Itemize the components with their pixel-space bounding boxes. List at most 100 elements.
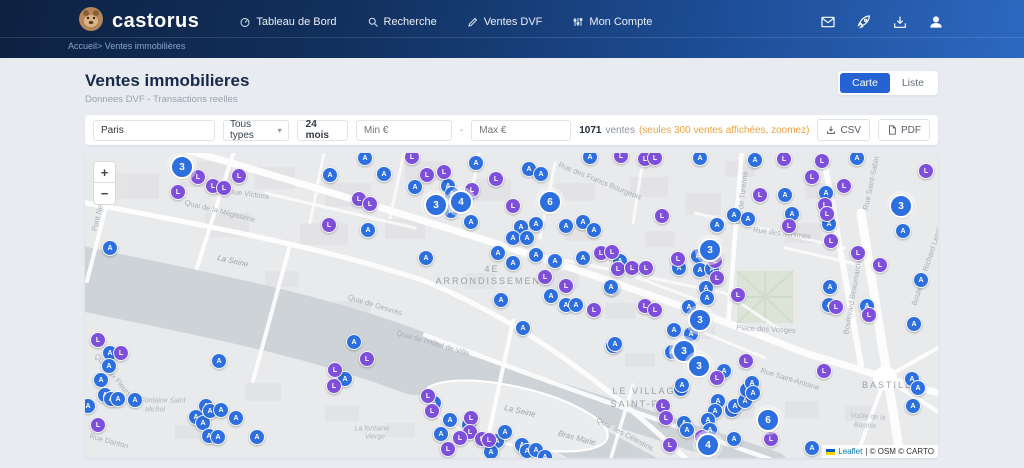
- map-marker-apartment[interactable]: A: [442, 412, 458, 428]
- map-marker-apartment[interactable]: A: [493, 292, 509, 308]
- map-marker-apartment[interactable]: A: [895, 223, 911, 239]
- map-marker-house[interactable]: L: [828, 299, 844, 315]
- csv-button[interactable]: CSV: [817, 119, 870, 141]
- map-marker-apartment[interactable]: A: [127, 392, 143, 408]
- map-marker-apartment[interactable]: A: [418, 250, 434, 266]
- liste-view-button[interactable]: Liste: [889, 73, 936, 93]
- map-marker-house[interactable]: L: [419, 167, 435, 183]
- map-marker-house[interactable]: L: [90, 417, 106, 433]
- map-marker-house[interactable]: L: [420, 388, 436, 404]
- map-marker-house[interactable]: L: [216, 180, 232, 196]
- map-marker-house[interactable]: L: [804, 169, 820, 185]
- carte-view-button[interactable]: Carte: [840, 73, 890, 93]
- map-marker-apartment[interactable]: A: [407, 179, 423, 195]
- user-icon[interactable]: [928, 14, 944, 30]
- map-marker-apartment[interactable]: A: [910, 380, 926, 396]
- type-select[interactable]: Tous types ▾: [223, 119, 289, 141]
- map-marker-house[interactable]: L: [654, 208, 670, 224]
- map-marker-apartment[interactable]: A: [558, 218, 574, 234]
- map-marker-house[interactable]: L: [738, 353, 754, 369]
- map-marker-house[interactable]: L: [604, 244, 620, 260]
- nav-tableau-de-bord[interactable]: Tableau de Bord: [239, 16, 337, 28]
- map-marker-apartment[interactable]: A: [528, 247, 544, 263]
- map-marker-apartment[interactable]: A: [905, 398, 921, 414]
- map-marker-apartment[interactable]: A: [726, 431, 742, 447]
- map-marker-apartment[interactable]: A: [575, 250, 591, 266]
- map-marker-apartment[interactable]: A: [360, 222, 376, 238]
- map-cluster-marker[interactable]: 4: [696, 433, 720, 457]
- map-cluster-marker[interactable]: 3: [424, 193, 448, 217]
- map-marker-house[interactable]: L: [730, 287, 746, 303]
- map-cluster-marker[interactable]: 3: [688, 308, 712, 332]
- map-marker-apartment[interactable]: A: [528, 216, 544, 232]
- map-marker-house[interactable]: L: [586, 302, 602, 318]
- period-button[interactable]: 24 mois: [296, 119, 348, 141]
- map-marker-house[interactable]: L: [823, 233, 839, 249]
- zoom-out-button[interactable]: −: [94, 183, 115, 204]
- map-marker-apartment[interactable]: A: [249, 429, 265, 445]
- map-marker-house[interactable]: L: [321, 217, 337, 233]
- map-marker-house[interactable]: L: [488, 171, 504, 187]
- nav-ventes-dvf[interactable]: Ventes DVF: [467, 16, 542, 28]
- map-marker-apartment[interactable]: A: [468, 155, 484, 171]
- map-marker-apartment[interactable]: A: [110, 391, 126, 407]
- map-marker-apartment[interactable]: A: [568, 297, 584, 313]
- pdf-button[interactable]: PDF: [878, 119, 930, 141]
- map-marker-apartment[interactable]: A: [543, 288, 559, 304]
- map-marker-house[interactable]: L: [872, 257, 888, 273]
- map-marker-house[interactable]: L: [326, 378, 342, 394]
- map-marker-apartment[interactable]: A: [519, 230, 535, 246]
- map-marker-house[interactable]: L: [662, 437, 678, 453]
- map-cluster-marker[interactable]: 3: [170, 155, 194, 179]
- map-marker-house[interactable]: L: [170, 184, 186, 200]
- map-marker-apartment[interactable]: A: [666, 322, 682, 338]
- map-marker-apartment[interactable]: A: [346, 334, 362, 350]
- map-marker-house[interactable]: L: [436, 164, 452, 180]
- map-marker-apartment[interactable]: A: [213, 402, 229, 418]
- map-marker-apartment[interactable]: A: [497, 424, 513, 440]
- map-marker-apartment[interactable]: A: [515, 320, 531, 336]
- map-marker-apartment[interactable]: A: [906, 316, 922, 332]
- map-marker-apartment[interactable]: A: [102, 240, 118, 256]
- map-marker-house[interactable]: L: [481, 432, 497, 448]
- map-marker-house[interactable]: L: [763, 431, 779, 447]
- map-cluster-marker[interactable]: 4: [449, 190, 473, 214]
- map-marker-house[interactable]: L: [638, 260, 654, 276]
- map-marker-house[interactable]: L: [424, 403, 440, 419]
- map-marker-house[interactable]: L: [670, 251, 686, 267]
- map-marker-apartment[interactable]: A: [699, 290, 715, 306]
- location-input[interactable]: [93, 119, 215, 141]
- map-marker-apartment[interactable]: A: [463, 214, 479, 230]
- nav-recherche[interactable]: Recherche: [367, 16, 437, 28]
- map-marker-apartment[interactable]: A: [603, 279, 619, 295]
- map-cluster-marker[interactable]: 3: [889, 194, 913, 218]
- map-marker-apartment[interactable]: A: [547, 253, 563, 269]
- map-marker-house[interactable]: L: [918, 163, 934, 179]
- brand[interactable]: castorus: [78, 6, 199, 37]
- zoom-in-button[interactable]: +: [94, 162, 115, 183]
- breadcrumb-home[interactable]: Accueil: [68, 41, 97, 51]
- map-marker-house[interactable]: L: [558, 278, 574, 294]
- map-marker-house[interactable]: L: [537, 269, 553, 285]
- download-icon[interactable]: [892, 14, 908, 30]
- map-marker-apartment[interactable]: A: [537, 449, 553, 458]
- map-marker-house[interactable]: L: [836, 178, 852, 194]
- map-cluster-marker[interactable]: 6: [756, 408, 780, 432]
- map-marker-house[interactable]: L: [327, 362, 343, 378]
- map-marker-apartment[interactable]: A: [376, 166, 392, 182]
- map-marker-apartment[interactable]: A: [505, 255, 521, 271]
- leaflet-link[interactable]: Leaflet: [838, 447, 862, 456]
- map-marker-house[interactable]: L: [781, 218, 797, 234]
- map-marker-house[interactable]: L: [113, 345, 129, 361]
- map[interactable]: 4E ARRONDISSEMENT LE VILLAGE SAINT-P BASTILL…: [85, 153, 938, 458]
- map-marker-apartment[interactable]: A: [586, 222, 602, 238]
- map-cluster-marker[interactable]: 6: [538, 190, 562, 214]
- map-marker-apartment[interactable]: A: [913, 272, 929, 288]
- map-marker-apartment[interactable]: A: [228, 410, 244, 426]
- nav-mon-compte[interactable]: Mon Compte: [572, 16, 652, 28]
- map-marker-apartment[interactable]: A: [433, 426, 449, 442]
- min-price-input[interactable]: [355, 119, 452, 141]
- map-marker-apartment[interactable]: A: [745, 385, 761, 401]
- map-marker-house[interactable]: L: [814, 153, 830, 169]
- map-marker-house[interactable]: L: [359, 351, 375, 367]
